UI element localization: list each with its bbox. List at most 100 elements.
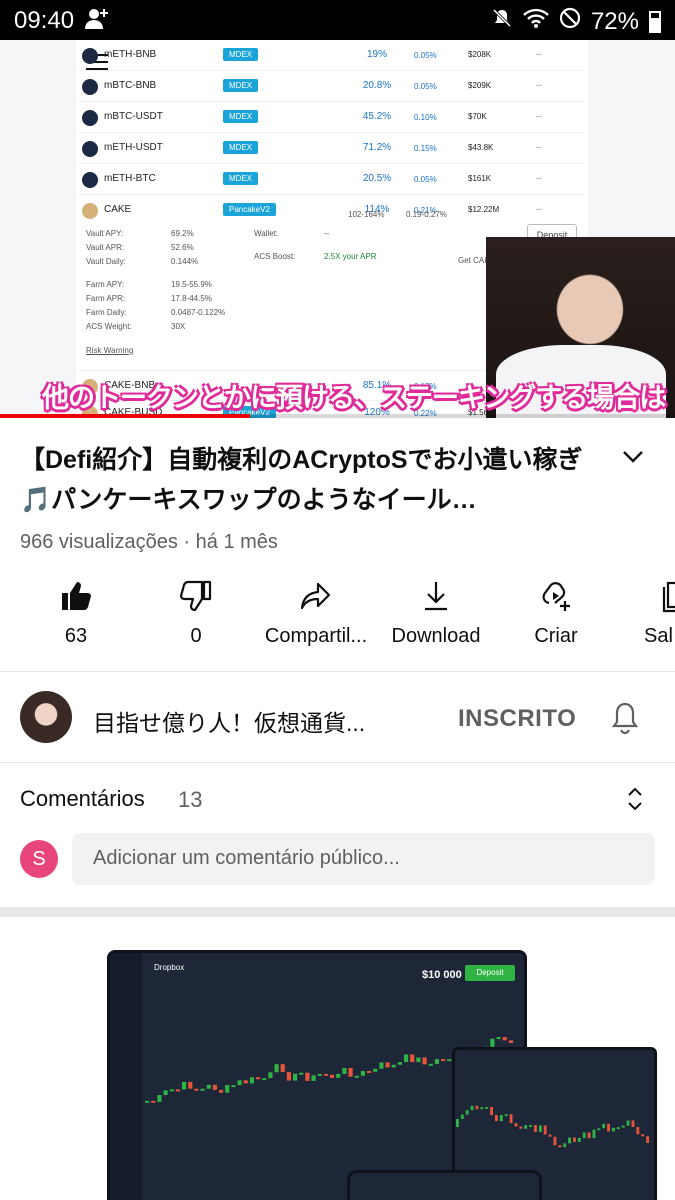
pool-name: CAKE [104,204,132,215]
ad-candle [262,1078,267,1081]
progress-fill [0,414,250,418]
ad-candle [404,1054,409,1063]
pool-apy: 45.2% [362,111,392,122]
ad-candle [602,1123,606,1129]
add-person-icon [84,7,110,38]
ad-candle [563,1143,567,1148]
ad-candle [480,1107,484,1110]
ad-candle [256,1077,261,1080]
share-button[interactable]: Compartil... [256,575,376,648]
video-title[interactable]: 【Defi紹介】自動複利のACryptoSでお小遣い稼ぎ🎵パンケーキスワップのよ… [20,440,610,520]
pool-name: mETH-BTC [104,173,156,184]
ad-candle [475,1105,479,1110]
download-button[interactable]: Download [376,575,496,648]
section-separator [0,907,675,917]
pool-extra: -- [536,49,542,59]
vault-apy-label: Vault APY: [86,229,124,238]
ad-candle [323,1073,328,1076]
dex-badge: MDEX [223,141,259,154]
create-label: Criar [534,625,578,647]
ad-candle [360,1070,365,1076]
comments-heading[interactable]: Comentários [20,786,145,812]
dislike-button[interactable]: 0 [136,575,256,648]
token-icon [82,48,98,64]
dislike-count: 0 [190,625,202,647]
comments-count: 13 [178,787,203,812]
notification-bell-icon[interactable] [610,701,640,735]
like-button[interactable]: 63 [16,575,136,648]
table-row: mETH-BTC MDEX 20.5% 0.05% $161K -- [78,164,584,195]
video-progress-bar[interactable] [0,414,675,418]
chevron-down-icon[interactable] [622,449,644,465]
daily-range: 0.19-0.27% [406,210,447,219]
divider [0,671,675,672]
ad-candle [157,1095,162,1102]
acs-boost-label: ACS Boost: [254,252,296,261]
ad-candle [336,1073,341,1078]
ad-candle [514,1123,518,1127]
channel-avatar[interactable] [20,691,72,743]
farm-apr-label: Farm APR: [86,294,126,303]
wifi-icon [523,7,549,36]
download-icon [425,582,447,611]
ad-phone-image [347,1170,542,1200]
farm-daily-value: 0.0487-0.122% [171,308,226,317]
pool-extra: -- [536,80,542,90]
share-icon [300,582,331,610]
ad-candle [188,1081,193,1089]
ad-candle [293,1073,298,1081]
pool-extra: -- [536,204,542,214]
subscribed-button[interactable]: INSCRITO [458,705,576,733]
acs-boost-value: 2.5X your APR [324,252,377,261]
ad-candle [543,1125,547,1135]
ad-candle [397,1062,402,1065]
ad-candle [416,1057,421,1063]
dex-badge: PancakeV2 [223,203,276,216]
ad-candle [237,1080,242,1086]
pool-daily: 0.05% [414,82,437,91]
dex-badge: MDEX [223,172,259,185]
comment-input[interactable]: Adicionar um comentário público... [72,833,655,885]
ad-candle [508,1040,513,1043]
pool-tvl: $70K [468,112,487,121]
video-player[interactable]: mETH-BNB MDEX 19% 0.05% $208K -- mBTC-BN… [0,40,675,418]
ad-candle [636,1127,640,1135]
dex-badge: MDEX [223,48,259,61]
ad-candle [499,1114,503,1122]
pool-tvl: $12.22M [468,205,500,214]
pool-extra: -- [536,142,542,152]
ad-candle [231,1085,236,1088]
download-label: Download [391,625,481,647]
risk-warning-link: Risk Warning [86,346,134,355]
channel-name[interactable]: 目指せ億り人！仮想通貨... [93,704,423,738]
create-button[interactable]: Criar [496,575,616,648]
ad-candle [616,1127,620,1130]
ad-candle [391,1064,396,1068]
expand-collapse-icon[interactable] [626,785,644,813]
pool-daily: 0.10% [414,113,437,122]
table-row: mBTC-BNB MDEX 20.8% 0.05% $209K -- [78,71,584,102]
create-clip-icon [542,582,570,611]
ad-candle [607,1123,610,1132]
save-button[interactable]: Sal [610,575,675,648]
ad-candle [538,1125,542,1132]
ad-candle [621,1125,625,1128]
pool-name: mETH-USDT [104,142,163,153]
ad-candle [182,1081,187,1090]
do-not-disturb-icon [559,7,581,36]
vault-apy-value: 69.2% [171,229,194,238]
ad-candle [548,1134,552,1137]
ad-candle [212,1084,217,1090]
ad-banner[interactable]: Dropbox $10 000 Deposit [0,917,675,1200]
ad-candle [553,1136,557,1146]
ad-candle [465,1110,469,1115]
token-icon [82,79,98,95]
ad-candle [194,1088,199,1091]
ad-candle [519,1126,523,1129]
battery-percent: 72% [590,7,639,35]
ad-candle [502,1037,507,1041]
ad-candle [169,1089,174,1092]
ad-candle [587,1132,591,1139]
ad-candle [348,1067,353,1077]
ad-candle [151,1100,156,1103]
